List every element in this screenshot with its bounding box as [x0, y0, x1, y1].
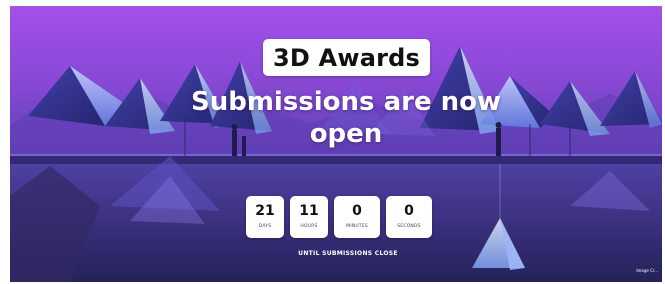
countdown-hours-value: 11	[299, 203, 319, 219]
countdown-days: 21 DAYS	[246, 196, 284, 238]
countdown-hours: 11 HOURS	[290, 196, 328, 238]
countdown-hours-label: HOURS	[300, 224, 318, 229]
image-credit: Image Cr...	[636, 268, 658, 273]
countdown-minutes-label: MINUTES	[346, 224, 368, 229]
countdown-seconds-value: 0	[404, 203, 414, 219]
awards-banner[interactable]: 3D Awards Submissions are now open 21 DA…	[10, 6, 662, 282]
countdown-seconds-label: SECONDS	[397, 224, 421, 229]
countdown-minutes: 0 MINUTES	[334, 196, 380, 238]
until-submissions-close-text: UNTIL SUBMISSIONS CLOSE	[298, 250, 398, 257]
title-badge: 3D Awards	[263, 39, 430, 76]
headline: Submissions are now open	[190, 87, 502, 149]
countdown-minutes-value: 0	[352, 203, 362, 219]
countdown-timer: 21 DAYS 11 HOURS 0 MINUTES 0 SECONDS	[246, 196, 432, 238]
awards-title: 3D Awards	[272, 43, 421, 72]
countdown-seconds: 0 SECONDS	[386, 196, 432, 238]
countdown-days-value: 21	[255, 203, 275, 219]
countdown-days-label: DAYS	[258, 224, 272, 229]
